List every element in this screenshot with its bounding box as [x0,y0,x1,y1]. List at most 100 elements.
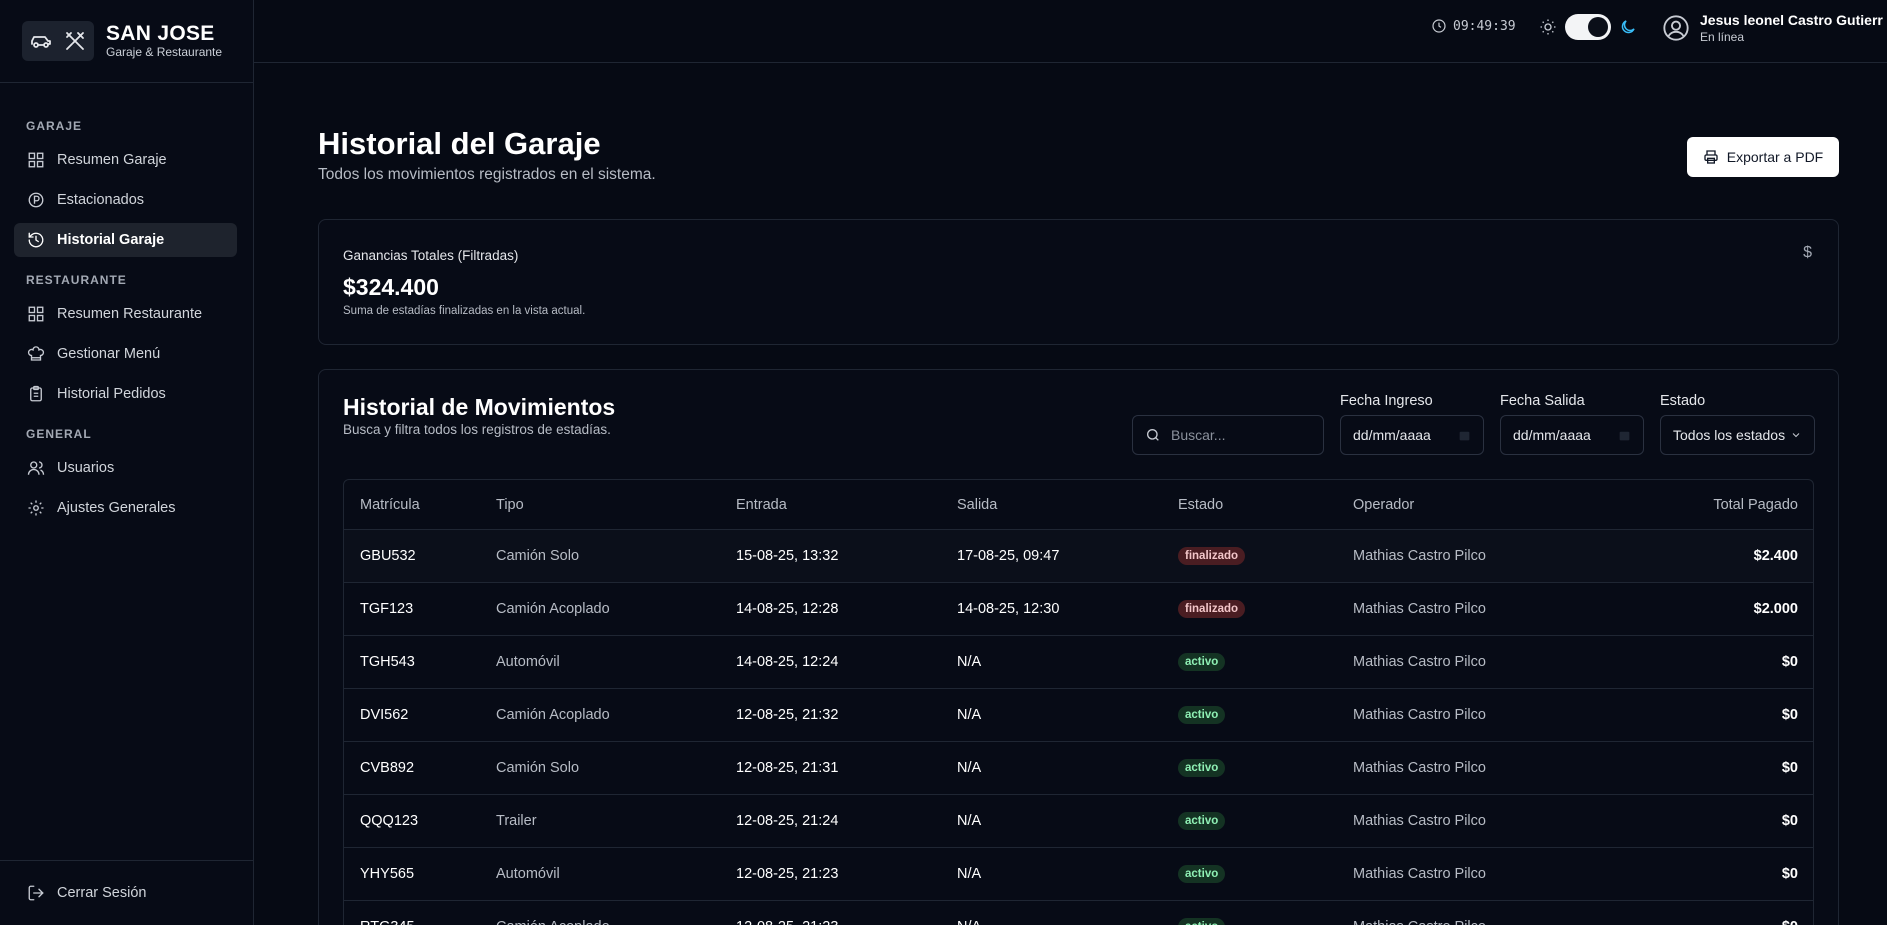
user-menu[interactable]: Jesus leonel Castro Gutierr En línea [1662,12,1883,44]
cell-operador: Mathias Castro Pilco [1353,919,1643,925]
cell-estado: activo [1178,918,1353,925]
cell-entrada: 12-08-25, 21:24 [736,813,839,829]
earnings-note: Suma de estadías finalizadas en la vista… [343,305,586,317]
cell-total: $0 [1643,919,1813,925]
chevron-down-icon [1792,433,1800,438]
cell-total: $2.000 [1753,601,1798,617]
cell-matricula: RTG345 [344,919,496,925]
status-badge: activo [1178,706,1226,724]
cell-total: $0 [1781,813,1798,829]
cell-estado: finalizado [1178,547,1353,565]
cell-operador: Mathias Castro Pilco [1353,654,1486,670]
column-header[interactable]: Total Pagado [1643,497,1813,513]
cell-salida: 17-08-25, 09:47 [957,548,1060,564]
status-badge: activo [1178,759,1226,777]
sidebar-item-ajustes-generales[interactable]: Ajustes Generales [14,491,237,525]
cell-entrada: 12-08-25, 21:32 [736,707,839,723]
cell-entrada: 14-08-25, 12:28 [736,601,839,617]
table-row[interactable]: GBU532 Camión Solo 15-08-25, 13:32 17-08-25… [344,530,1813,583]
movements-table: Matrícula Tipo Entrada Salida Estado Ope… [343,479,1814,925]
cell-total: $0 [1781,760,1798,776]
sidebar-item-usuarios[interactable]: Usuarios [14,451,237,485]
nav-section-garaje: GARAJE [26,119,83,133]
table-row[interactable]: YHY565 Automóvil 12-08-25, 21:23 N/A activo M… [344,848,1813,901]
cell-operador: Mathias Castro Pilco [1353,760,1486,776]
cell-total: $0 [1781,654,1798,670]
cell-operador: Mathias Castro Pilco [1353,707,1486,723]
status-badge: finalizado [1178,547,1246,565]
column-header[interactable]: Salida [957,497,1178,513]
table-row[interactable]: TGF123 Camión Acoplado 14-08-25, 12:28 14-0… [344,583,1813,636]
printer-icon [1704,150,1718,164]
sidebar-item-estacionados[interactable]: Estacionados [14,183,237,217]
cell-tipo: Camión Solo [496,548,580,564]
cell-matricula: DVI562 [360,707,409,723]
sidebar: SAN JOSE Garaje & Restaurante GARAJE Res… [0,0,254,925]
sidebar-item-resumen-restaurante[interactable]: Resumen Restaurante [14,297,237,331]
cell-estado: activo [1178,759,1353,777]
cell-salida: N/A [957,707,982,723]
filter-estado-select[interactable]: Todos los estados [1660,415,1815,455]
page-title: Historial del Garaje [318,126,601,161]
cell-estado: activo [1178,653,1353,671]
logout-button[interactable]: Cerrar Sesión [14,876,234,910]
cell-estado: activo [1178,865,1353,883]
grid-icon [28,306,44,322]
column-header[interactable]: Tipo [496,497,736,513]
table-row[interactable]: DVI562 Camión Acoplado 12-08-25, 21:32 N/A a… [344,689,1813,742]
table-row[interactable]: RTG345Camión Acoplado12-08-25, 21:23N/Aa… [344,901,1813,925]
cell-salida: 14-08-25, 12:30 [957,601,1060,617]
chef-hat-icon [27,346,45,361]
export-pdf-button[interactable]: Exportar a PDF [1687,137,1839,177]
cell-matricula: GBU532 [360,548,416,564]
filter-salida-date[interactable]: dd/mm/aaaa [1500,415,1644,455]
cell-matricula: TGH543 [360,654,415,670]
table-row[interactable]: TGH543 Automóvil 14-08-25, 12:24 N/A activo M… [344,636,1813,689]
column-header[interactable]: Operador [1353,497,1643,513]
sidebar-item-historial-pedidos[interactable]: Historial Pedidos [14,377,237,411]
logout-area: Cerrar Sesión [0,860,254,925]
cell-salida: N/A [957,919,1178,925]
nav-section-general: GENERAL [26,427,92,441]
clipboard-icon [30,385,42,402]
sidebar-item-label: Resumen Garaje [57,152,167,168]
sidebar-item-gestionar-menu[interactable]: Gestionar Menú [14,337,237,371]
calendar-icon [1619,431,1630,440]
brand: SAN JOSE Garaje & Restaurante [0,0,253,83]
search-input[interactable]: Buscar... [1132,415,1324,455]
cell-matricula: TGF123 [360,601,414,617]
logout-icon [28,885,44,901]
filter-ingreso-date[interactable]: dd/mm/aaaa [1340,415,1484,455]
cell-salida: N/A [957,654,982,670]
filter-salida-label: Fecha Salida [1500,393,1585,409]
table-body: GBU532 Camión Solo 15-08-25, 13:32 17-08-25… [344,530,1813,925]
filter-estado-label: Estado [1660,393,1706,409]
cell-matricula: CVB892 [360,760,415,776]
column-header[interactable]: Estado [1178,497,1353,513]
clock: 09:49:39 [1431,18,1516,34]
column-header[interactable]: Matrícula [344,497,496,513]
brand-logo [22,21,94,61]
cell-tipo: Automóvil [496,866,560,882]
sun-icon [1540,19,1556,35]
cell-estado: activo [1178,706,1353,724]
cell-operador: Mathias Castro Pilco [1353,866,1486,882]
status-badge: activo [1178,653,1226,671]
movements-card: Historial de Movimientos Busca y filtra … [318,369,1839,925]
table-row[interactable]: QQQ123 Trailer 12-08-25, 21:24 N/A activo Mat… [344,795,1813,848]
cell-salida: N/A [957,760,982,776]
cell-matricula: QQQ123 [360,813,419,829]
cell-tipo: Camión Solo [496,760,580,776]
cell-operador: Mathias Castro Pilco [1353,601,1486,617]
earnings-value: $324.400 [343,274,439,300]
theme-toggle[interactable] [1565,14,1611,40]
sidebar-item-historial-garaje[interactable]: Historial Garaje [14,223,237,257]
column-header[interactable]: Entrada [736,497,957,513]
filter-salida-value: dd/mm/aaaa [1513,427,1591,443]
cell-tipo: Camión Acoplado [496,707,610,723]
sidebar-item-label: Historial Pedidos [57,386,166,402]
sidebar-item-label: Gestionar Menú [57,346,161,362]
sidebar-item-resumen-garaje[interactable]: Resumen Garaje [14,143,237,177]
sidebar-item-label: Usuarios [57,460,115,476]
table-row[interactable]: CVB892 Camión Solo 12-08-25, 21:31 N/A activ… [344,742,1813,795]
